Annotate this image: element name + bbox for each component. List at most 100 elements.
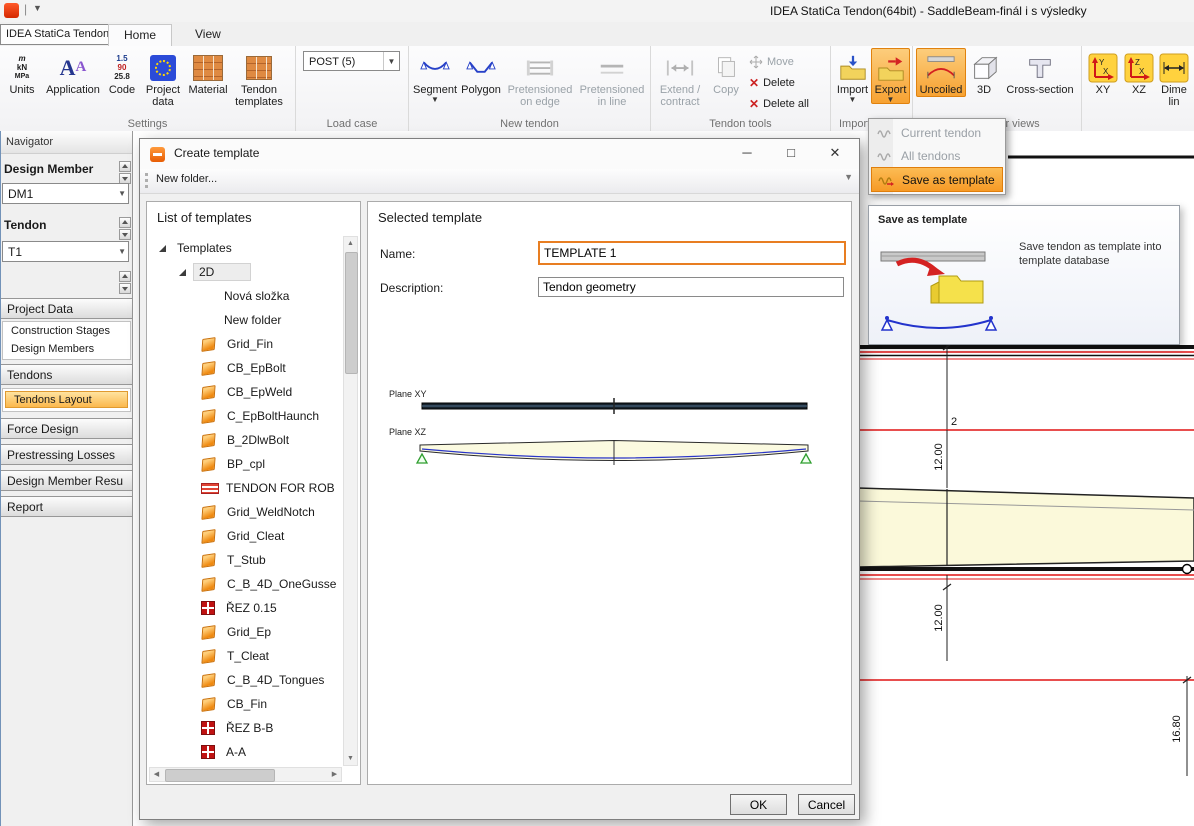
horizontal-scrollbar[interactable]: ◀ ▶ bbox=[149, 767, 342, 782]
tree-item[interactable]: BP_cpl bbox=[149, 452, 342, 476]
tendon-templates-icon bbox=[246, 51, 272, 84]
tab-view[interactable]: View bbox=[180, 24, 236, 45]
nav-design-member-results[interactable]: Design Member Resu bbox=[0, 470, 133, 491]
material-button[interactable]: Material bbox=[187, 48, 229, 97]
template-item-icon bbox=[201, 409, 215, 424]
vertical-scrollbar[interactable]: ▲ ▼ bbox=[343, 236, 358, 766]
close-button[interactable]: ✕ bbox=[813, 139, 857, 167]
expander-icon[interactable] bbox=[179, 269, 186, 276]
cross-section-button[interactable]: Cross-section bbox=[1002, 48, 1078, 97]
polygon-button[interactable]: Polygon bbox=[458, 48, 504, 97]
code-button[interactable]: 1.59025.8 Code bbox=[105, 48, 139, 97]
tree-item[interactable]: New folder bbox=[149, 308, 342, 332]
chevron-down-icon[interactable]: ▼ bbox=[383, 52, 399, 70]
export-dropdown-icon[interactable]: ▼ bbox=[887, 96, 895, 103]
support-icon bbox=[801, 454, 811, 463]
delete-all-button[interactable]: ✕ Delete all bbox=[746, 93, 809, 114]
ok-button[interactable]: OK bbox=[730, 794, 787, 815]
qat-dropdown-icon[interactable]: ▼ bbox=[33, 3, 42, 13]
horizontal-scrollbar-thumb[interactable] bbox=[165, 769, 275, 782]
plane-xz-label: Plane XZ bbox=[389, 427, 427, 437]
delete-label: Delete bbox=[763, 77, 795, 89]
chevron-down-icon[interactable]: ▼ bbox=[118, 242, 126, 262]
tree-item[interactable]: C_EpBoltHaunch bbox=[149, 404, 342, 428]
stepper-up-icon[interactable] bbox=[119, 161, 131, 172]
3d-button[interactable]: 3D bbox=[966, 48, 1002, 97]
tree-item[interactable]: TENDON FOR ROB bbox=[149, 476, 342, 500]
tree-item[interactable]: T_Cleat bbox=[149, 644, 342, 668]
stepper-up-icon[interactable] bbox=[119, 271, 131, 282]
tree-item[interactable]: ŘEZ B-B bbox=[149, 716, 342, 740]
tree-item[interactable]: B_2DlwBolt bbox=[149, 428, 342, 452]
project-data-button[interactable]: Project data bbox=[139, 48, 187, 109]
scroll-up-icon[interactable]: ▲ bbox=[344, 237, 357, 250]
tree-item[interactable]: Grid_Cleat bbox=[149, 524, 342, 548]
tree-node-templates[interactable]: Templates bbox=[149, 236, 342, 260]
tendon-select[interactable]: T1 ▼ bbox=[2, 241, 129, 262]
xy-view-button[interactable]: YX XY bbox=[1085, 48, 1121, 97]
stepper-down-icon[interactable] bbox=[119, 283, 131, 294]
minimize-button[interactable]: ─ bbox=[725, 139, 769, 167]
tree-item[interactable]: C_B_4D_OneGusse bbox=[149, 572, 342, 596]
tree-item[interactable]: T_Stub bbox=[149, 548, 342, 572]
extra-stepper[interactable] bbox=[119, 271, 131, 295]
uncoiled-button[interactable]: Uncoiled bbox=[916, 48, 966, 97]
menu-item-current-tendon: Current tendon bbox=[871, 121, 1003, 144]
xz-view-button[interactable]: ZX XZ bbox=[1121, 48, 1157, 97]
tree-item[interactable]: Nová složka bbox=[149, 284, 342, 308]
scroll-left-icon[interactable]: ◀ bbox=[150, 768, 163, 781]
scroll-down-icon[interactable]: ▼ bbox=[344, 752, 357, 765]
nav-tendons[interactable]: Tendons bbox=[0, 364, 133, 385]
nav-prestressing-losses[interactable]: Prestressing Losses bbox=[0, 444, 133, 465]
tree-node-2d[interactable]: 2D bbox=[149, 260, 342, 284]
nav-force-design[interactable]: Force Design bbox=[0, 418, 133, 439]
new-folder-button[interactable]: New folder... bbox=[156, 173, 217, 185]
tab-home[interactable]: Home bbox=[108, 24, 172, 46]
export-button[interactable]: Export ▼ bbox=[871, 48, 910, 104]
nav-report[interactable]: Report bbox=[0, 496, 133, 517]
tree-item[interactable]: CB_EpBolt bbox=[149, 356, 342, 380]
tendon-stepper[interactable] bbox=[119, 217, 131, 241]
cancel-button[interactable]: Cancel bbox=[798, 794, 855, 815]
load-case-select[interactable]: POST (5) ▼ bbox=[303, 51, 400, 71]
tree-item[interactable]: Grid_Fin bbox=[149, 332, 342, 356]
vertical-scrollbar-thumb[interactable] bbox=[345, 252, 358, 374]
tendon-templates-button[interactable]: Tendon templates bbox=[229, 48, 289, 109]
nav-tendons-layout[interactable]: Tendons Layout bbox=[5, 391, 128, 408]
menu-item-save-as-template[interactable]: Save as template bbox=[871, 167, 1003, 192]
expander-icon[interactable] bbox=[159, 245, 166, 252]
import-button[interactable]: Import ▼ bbox=[834, 48, 871, 104]
menu-item-label: Save as template bbox=[902, 173, 995, 187]
import-dropdown-icon[interactable]: ▼ bbox=[849, 96, 857, 103]
application-button[interactable]: AA Application bbox=[41, 48, 105, 97]
stepper-down-icon[interactable] bbox=[119, 229, 131, 240]
stepper-up-icon[interactable] bbox=[119, 217, 131, 228]
toolbar-overflow-icon[interactable]: ▼ bbox=[844, 172, 853, 182]
delete-button[interactable]: ✕ Delete bbox=[746, 72, 809, 93]
nav-design-members[interactable]: Design Members bbox=[3, 340, 130, 358]
dimension-lines-button[interactable]: Dimelin bbox=[1157, 48, 1191, 109]
units-button[interactable]: mkNMPa Units bbox=[3, 48, 41, 97]
node-marker[interactable] bbox=[1183, 565, 1192, 574]
tree-item[interactable]: C_B_4D_Tongues bbox=[149, 668, 342, 692]
segment-button[interactable]: Segment ▼ bbox=[412, 48, 458, 104]
tree-item[interactable]: ŘEZ 0.15 bbox=[149, 596, 342, 620]
maximize-button[interactable]: □ bbox=[769, 139, 813, 167]
app-menu-button[interactable]: IDEA StatiCa Tendon bbox=[0, 24, 115, 45]
dialog-titlebar[interactable]: Create template ─ □ ✕ bbox=[140, 139, 859, 169]
design-member-select[interactable]: DM1 ▼ bbox=[2, 183, 129, 204]
nav-project-data[interactable]: Project Data bbox=[0, 298, 133, 319]
template-description-input[interactable] bbox=[538, 277, 844, 297]
tree-item[interactable]: Grid_WeldNotch bbox=[149, 500, 342, 524]
tree-item[interactable]: CB_EpWeld bbox=[149, 380, 342, 404]
design-member-stepper[interactable] bbox=[119, 161, 131, 185]
chevron-down-icon[interactable]: ▼ bbox=[118, 184, 126, 204]
tree-item[interactable]: Grid_Ep bbox=[149, 620, 342, 644]
scroll-right-icon[interactable]: ▶ bbox=[328, 768, 341, 781]
tree-item[interactable]: CB_Fin bbox=[149, 692, 342, 716]
menu-item-label: All tendons bbox=[901, 149, 960, 163]
tree-item[interactable]: A-A bbox=[149, 740, 342, 764]
template-name-input[interactable] bbox=[538, 241, 846, 265]
nav-construction-stages[interactable]: Construction Stages bbox=[3, 322, 130, 340]
segment-dropdown-icon[interactable]: ▼ bbox=[431, 96, 439, 103]
